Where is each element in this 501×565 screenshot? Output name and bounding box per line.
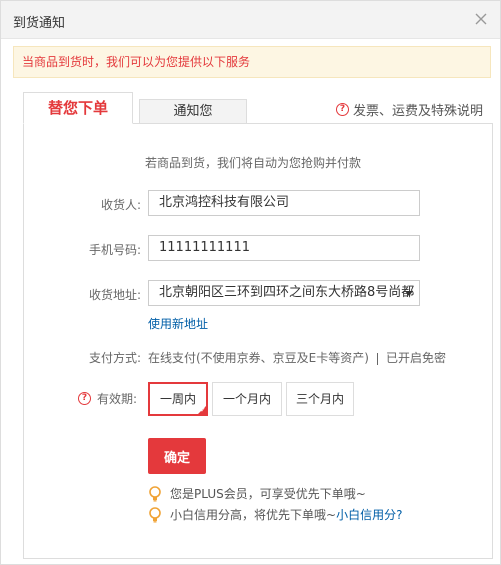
validity-option-three-months[interactable]: 三个月内 [286,382,354,416]
receiver-field[interactable]: 北京鸿控科技有限公司 [148,190,420,216]
phone-label: 手机号码: [88,243,141,257]
invoice-shipping-info-label: 发票、运费及特殊说明 [352,104,483,119]
arrival-notice-dialog: 到货通知 当商品到货时，我们可以为您提供以下服务 替您下单 通知您 ? 发票、运… [0,0,501,565]
credit-score-link[interactable]: 小白信用分? [336,508,402,522]
dialog-titlebar: 到货通知 [1,1,500,39]
question-icon: ? [335,103,349,116]
validity-option-label: 一个月内 [222,392,271,406]
divider [376,352,378,365]
tab-bar: 替您下单 通知您 ? 发票、运费及特殊说明 [23,92,493,124]
address-select[interactable]: 北京朝阳区三环到四环之间东大桥路8号尚都 [148,280,420,306]
lightbulb-icon [149,506,161,522]
payment-label: 支付方式: [88,351,141,365]
confirm-button[interactable]: 确定 [148,438,206,474]
invoice-shipping-info-link[interactable]: ? 发票、运费及特殊说明 [335,100,483,119]
validity-option-month[interactable]: 一个月内 [212,382,282,416]
dialog-title: 到货通知 [13,16,66,31]
question-icon[interactable]: ? [78,392,91,405]
payment-method: 在线支付(不使用京券、京豆及E卡等资产) 已开启免密 [148,349,446,366]
validity-option-label: 三个月内 [295,392,344,406]
address-select-value: 北京朝阳区三环到四环之间东大桥路8号尚都 [159,285,415,300]
payment-method-value: 在线支付(不使用京券、京豆及E卡等资产) [148,351,369,365]
auto-purchase-hint: 若商品到货，我们将自动为您抢购并付款 [145,156,362,170]
close-icon[interactable] [472,10,490,28]
validity-label: 有效期: [97,392,138,406]
chevron-down-icon [405,291,413,296]
receiver-label: 收货人: [100,198,141,212]
password-free-status: 已开启免密 [385,351,446,365]
notice-banner: 当商品到货时，我们可以为您提供以下服务 [13,46,491,78]
check-icon: ✓ [200,406,206,414]
credit-score-tip: 小白信用分高，将优先下单哦~小白信用分? [148,506,402,523]
use-new-address-link[interactable]: 使用新地址 [148,315,208,332]
validity-option-label: 一周内 [159,392,196,406]
plus-member-tip: 您是PLUS会员，可享受优先下单哦~ [148,485,366,502]
tab-order-for-you[interactable]: 替您下单 [23,92,133,124]
tab-notify-you[interactable]: 通知您 [139,99,247,124]
address-label: 收货地址: [88,288,141,302]
lightbulb-icon [149,485,161,501]
phone-field[interactable]: 11111111111 [148,235,420,261]
validity-label-group: ? 有效期: [78,390,137,407]
credit-score-tip-text: 小白信用分高，将优先下单哦~ [170,508,337,522]
order-panel: 若商品到货，我们将自动为您抢购并付款 收货人: 北京鸿控科技有限公司 手机号码:… [23,123,493,559]
plus-member-tip-text: 您是PLUS会员，可享受优先下单哦~ [170,487,366,501]
validity-option-week[interactable]: 一周内 ✓ [148,382,208,416]
